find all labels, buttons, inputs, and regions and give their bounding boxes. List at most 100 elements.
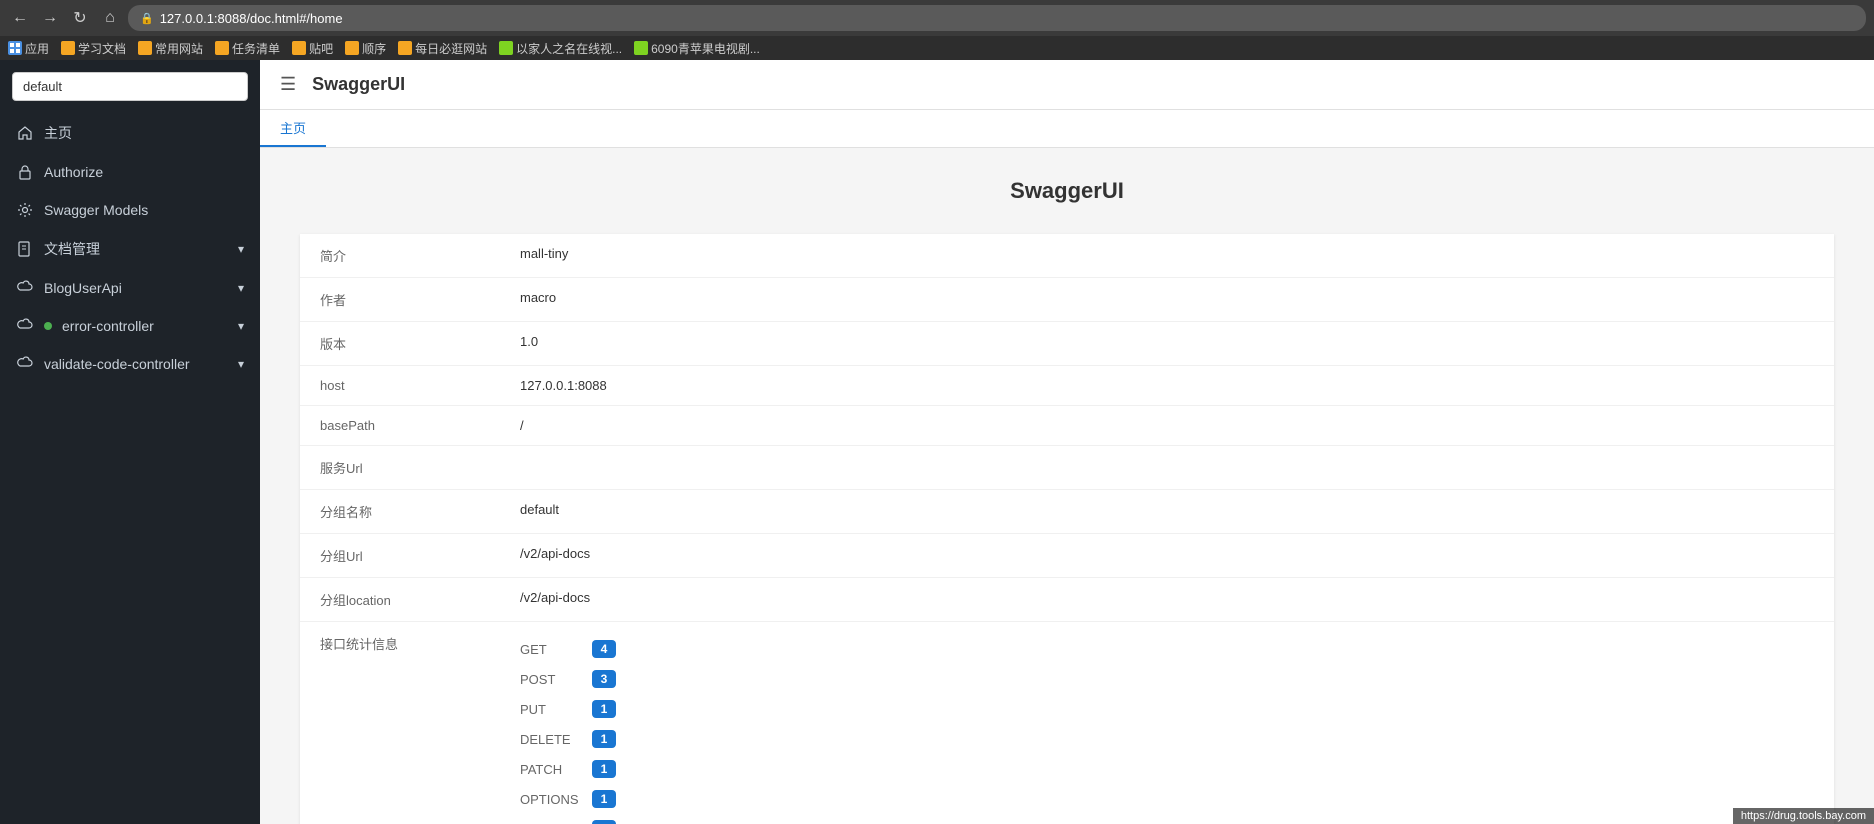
table-row: 分组名称default xyxy=(300,490,1834,534)
doc-icon xyxy=(16,240,34,258)
address-bar[interactable]: 🔒 xyxy=(128,5,1866,31)
content-area: SwaggerUI 简介mall-tiny作者macro版本1.0host127… xyxy=(260,148,1874,824)
row-value: /v2/api-docs xyxy=(500,578,1834,622)
table-row: 服务Url xyxy=(300,446,1834,490)
row-label: 服务Url xyxy=(300,446,500,490)
row-label: 分组Url xyxy=(300,534,500,578)
bookmark-icon-1 xyxy=(61,41,75,55)
bookmark-label-6: 每日必逛网站 xyxy=(415,40,487,57)
sidebar: default 主页 Authorize Swagger Models xyxy=(0,60,260,824)
bookmark-label-1: 学习文档 xyxy=(78,40,126,57)
info-table: 简介mall-tiny作者macro版本1.0host127.0.0.1:808… xyxy=(300,234,1834,824)
chevron-down-icon-3: ▾ xyxy=(238,319,244,333)
stat-count: 3 xyxy=(592,670,616,688)
cloud-icon-3 xyxy=(16,355,34,373)
row-label: basePath xyxy=(300,406,500,446)
bookmark-label-5: 顺序 xyxy=(362,40,386,57)
stat-count: 1 xyxy=(592,730,616,748)
home-button[interactable]: ⌂ xyxy=(98,6,122,30)
sidebar-item-authorize[interactable]: Authorize xyxy=(0,153,260,191)
row-value: 1.0 xyxy=(500,322,1834,366)
sidebar-item-validate-code-controller[interactable]: validate-code-controller ▾ xyxy=(0,345,260,383)
status-dot xyxy=(44,322,52,330)
tab-home[interactable]: 主页 xyxy=(260,110,326,147)
stat-method: GET xyxy=(520,642,580,657)
table-row: 简介mall-tiny xyxy=(300,234,1834,278)
stat-item: DELETE1 xyxy=(520,724,1814,754)
bookmark-icon-2 xyxy=(138,41,152,55)
table-row: 作者macro xyxy=(300,278,1834,322)
browser-chrome: ← → ↻ ⌂ 🔒 应用 学习文档 常用网站 任务清单 贴吧 xyxy=(0,0,1874,60)
brand-label: SwaggerUI xyxy=(312,74,405,95)
bookmarks-bar: 应用 学习文档 常用网站 任务清单 贴吧 顺序 每日必逛网站 以家人之名在线视 xyxy=(0,36,1874,60)
tab-home-label: 主页 xyxy=(280,121,306,136)
stats-row: 接口统计信息GET4POST3PUT1DELETE1PATCH1OPTIONS1… xyxy=(300,622,1834,824)
bookmark-apps[interactable]: 应用 xyxy=(8,40,49,57)
bookmark-label-8: 6090青苹果电视剧... xyxy=(651,40,760,57)
table-row: 版本1.0 xyxy=(300,322,1834,366)
bookmark-icon-7 xyxy=(499,41,513,55)
apps-icon xyxy=(8,41,22,55)
stat-count: 1 xyxy=(592,760,616,778)
chevron-down-icon-2: ▾ xyxy=(238,281,244,295)
page-title: SwaggerUI xyxy=(300,178,1834,204)
sidebar-item-doc-manage[interactable]: 文档管理 ▾ xyxy=(0,229,260,269)
bookmark-tieba[interactable]: 贴吧 xyxy=(292,40,333,57)
back-button[interactable]: ← xyxy=(8,6,32,30)
stats-values: GET4POST3PUT1DELETE1PATCH1OPTIONS1HEAD1 xyxy=(500,622,1834,824)
bookmark-label-7: 以家人之名在线视... xyxy=(516,40,622,57)
stat-method: POST xyxy=(520,672,580,687)
gear-icon xyxy=(16,201,34,219)
stat-method: OPTIONS xyxy=(520,792,580,807)
stat-item: OPTIONS 1 xyxy=(520,784,1814,814)
bookmark-xuexiwenzang[interactable]: 学习文档 xyxy=(61,40,126,57)
stat-method: PATCH xyxy=(520,762,580,777)
bookmark-icon-4 xyxy=(292,41,306,55)
row-value: default xyxy=(500,490,1834,534)
row-value xyxy=(500,446,1834,490)
hamburger-icon[interactable]: ☰ xyxy=(280,74,296,95)
chevron-down-icon-4: ▾ xyxy=(238,357,244,371)
row-label: 版本 xyxy=(300,322,500,366)
stat-count: 1 xyxy=(592,820,616,824)
lock-icon xyxy=(16,163,34,181)
sidebar-item-swagger-models[interactable]: Swagger Models xyxy=(0,191,260,229)
sidebar-item-swagger-models-label: Swagger Models xyxy=(44,202,148,218)
stat-method: PUT xyxy=(520,702,580,717)
row-value: mall-tiny xyxy=(500,234,1834,278)
bookmark-yijiarenzhiming[interactable]: 以家人之名在线视... xyxy=(499,40,622,57)
stat-count: 4 xyxy=(592,640,616,658)
main-content: ☰ SwaggerUI 主页 SwaggerUI 简介mall-tiny作者ma… xyxy=(260,60,1874,824)
row-label: 简介 xyxy=(300,234,500,278)
bookmark-6090[interactable]: 6090青苹果电视剧... xyxy=(634,40,760,57)
sidebar-item-home[interactable]: 主页 xyxy=(0,113,260,153)
sidebar-search-container: default xyxy=(0,60,260,113)
refresh-button[interactable]: ↻ xyxy=(68,6,92,30)
status-bar: https://drug.tools.bay.com xyxy=(1733,808,1874,824)
row-value: / xyxy=(500,406,1834,446)
forward-button[interactable]: → xyxy=(38,6,62,30)
bookmark-meiribibizhang[interactable]: 每日必逛网站 xyxy=(398,40,487,57)
sidebar-item-blog-user-api-label: BlogUserApi xyxy=(44,280,122,296)
cloud-icon-2 xyxy=(16,317,34,335)
bookmark-renwuqingdan[interactable]: 任务清单 xyxy=(215,40,280,57)
top-nav: ☰ SwaggerUI xyxy=(260,60,1874,110)
table-row: host127.0.0.1:8088 xyxy=(300,366,1834,406)
stat-count: 1 xyxy=(592,790,616,808)
sidebar-nav: 主页 Authorize Swagger Models 文档管理 ▾ xyxy=(0,113,260,824)
sidebar-item-error-controller-label: error-controller xyxy=(62,318,154,334)
sidebar-item-error-controller[interactable]: error-controller ▾ xyxy=(0,307,260,345)
bookmark-changyongwangzhan[interactable]: 常用网站 xyxy=(138,40,203,57)
table-row: 分组location/v2/api-docs xyxy=(300,578,1834,622)
sidebar-item-blog-user-api[interactable]: BlogUserApi ▾ xyxy=(0,269,260,307)
stat-item: PUT 1 xyxy=(520,694,1814,724)
stat-count: 1 xyxy=(592,700,616,718)
cloud-icon xyxy=(16,279,34,297)
bookmark-icon-6 xyxy=(398,41,412,55)
stat-item: POST 3 xyxy=(520,664,1814,694)
search-input[interactable]: default xyxy=(12,72,248,101)
row-label: 分组location xyxy=(300,578,500,622)
bookmark-shunxu[interactable]: 顺序 xyxy=(345,40,386,57)
app-container: default 主页 Authorize Swagger Models xyxy=(0,60,1874,824)
address-input[interactable] xyxy=(160,11,1854,26)
